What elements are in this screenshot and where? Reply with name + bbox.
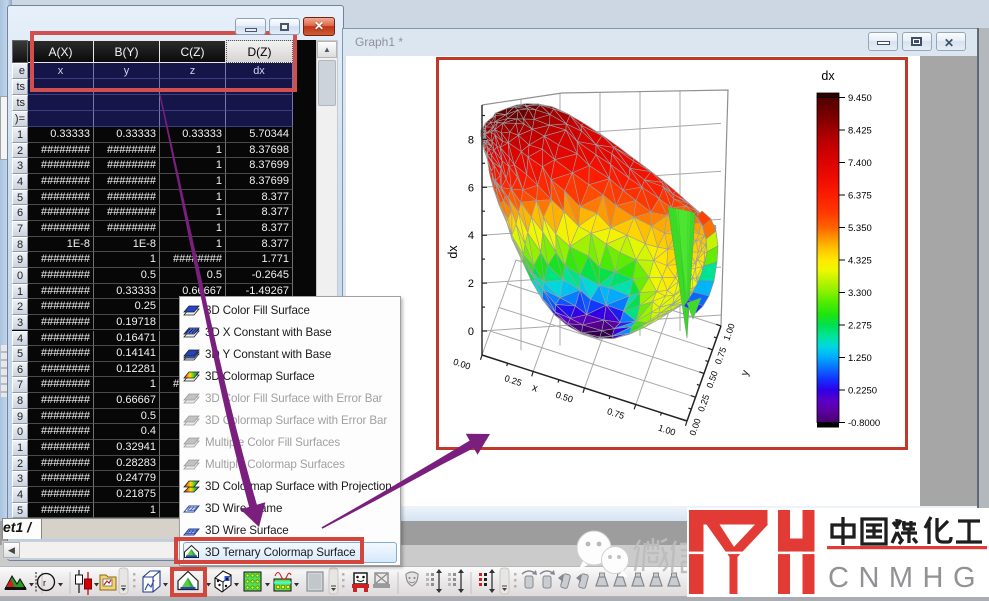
svg-text:CNMHG: CNMHG xyxy=(828,562,985,594)
